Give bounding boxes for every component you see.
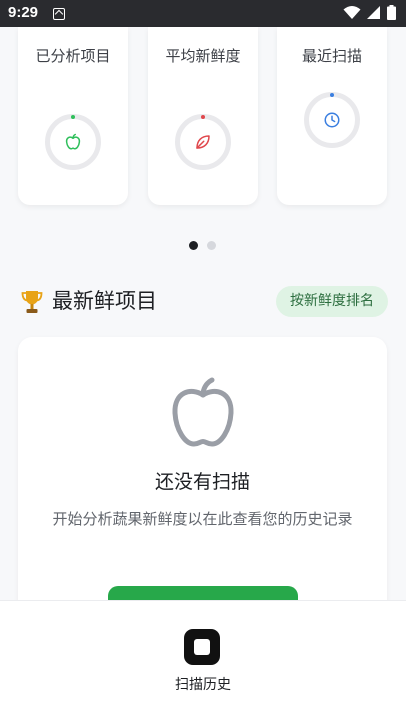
bottom-nav: 扫描历史	[0, 600, 406, 723]
clock-icon	[324, 112, 340, 128]
apple-outline-icon	[172, 377, 234, 447]
trophy-icon	[21, 291, 43, 313]
apple-icon	[65, 133, 81, 150]
stat-label: 最近扫描	[301, 47, 362, 65]
progress-ring	[175, 114, 231, 170]
status-time: 9:29	[8, 4, 39, 21]
stat-card-analyzed[interactable]: 已分析项目	[18, 27, 128, 205]
wifi-icon	[343, 6, 361, 19]
page-dot-active[interactable]	[189, 241, 198, 250]
signal-icon	[367, 6, 380, 19]
stat-card-last-scan[interactable]: 最近扫描	[277, 27, 387, 205]
stat-label: 平均新鲜度	[165, 47, 241, 65]
ring-indicator	[201, 115, 205, 119]
sort-by-freshness-button[interactable]: 按新鲜度排名	[276, 286, 388, 317]
status-bar: 9:29	[0, 0, 406, 27]
empty-state-title: 还没有扫描	[154, 471, 250, 493]
stat-label: 已分析项目	[35, 47, 111, 65]
status-icons	[343, 5, 396, 20]
leaf-icon	[196, 135, 210, 149]
ring-indicator	[71, 115, 75, 119]
page-indicator	[189, 241, 216, 250]
progress-ring	[304, 92, 360, 148]
battery-icon	[387, 5, 396, 20]
ring-indicator	[330, 93, 334, 97]
nav-label: 扫描历史	[175, 677, 231, 693]
section-title: 最新鲜项目	[52, 289, 157, 313]
nav-item-scan-history[interactable]: 扫描历史	[163, 627, 243, 697]
freshest-items-header: 最新鲜项目 按新鲜度排名	[18, 285, 388, 319]
stop-square-icon	[184, 629, 220, 665]
empty-state-card: 还没有扫描 开始分析蔬果新鲜度以在此查看您的历史记录	[18, 337, 387, 637]
page-dot[interactable]	[207, 241, 216, 250]
empty-state-description: 开始分析蔬果新鲜度以在此查看您的历史记录	[52, 510, 353, 528]
progress-ring	[45, 114, 101, 170]
notification-icon	[53, 8, 65, 20]
stat-card-avg-freshness[interactable]: 平均新鲜度	[148, 27, 258, 205]
